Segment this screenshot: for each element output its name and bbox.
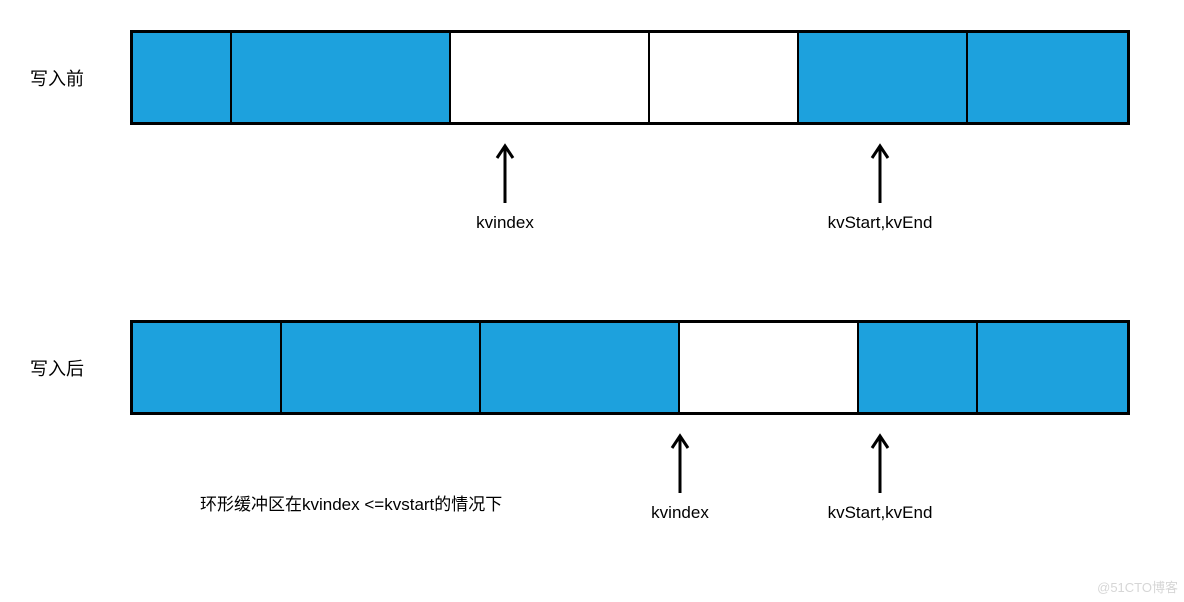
pointer-kvindex-before: kvindex [445,140,565,233]
arrow-up-icon [493,140,517,205]
segment [650,33,799,122]
pointer-label: kvindex [620,503,740,523]
arrow-up-icon [868,430,892,495]
label-before: 写入前 [30,65,84,91]
segment [481,323,680,412]
segment [133,33,232,122]
pointer-label: kvStart,kvEnd [800,503,960,523]
label-after: 写入后 [30,355,84,381]
watermark: @51CTO博客 [1097,577,1178,596]
segment [799,33,968,122]
buffer-bar-before [130,30,1130,125]
segment [451,33,650,122]
pointer-kvstart-before: kvStart,kvEnd [800,140,960,233]
segment [680,323,859,412]
arrow-up-icon [668,430,692,495]
buffer-bar-after [130,320,1130,415]
segment [282,323,481,412]
pointer-label: kvindex [445,213,565,233]
segment [133,323,282,412]
segment [859,323,978,412]
diagram-caption: 环形缓冲区在kvindex <=kvstart的情况下 [200,490,502,515]
pointer-kvindex-after: kvindex [620,430,740,523]
segment [978,323,1127,412]
pointer-label: kvStart,kvEnd [800,213,960,233]
arrow-up-icon [868,140,892,205]
segment [232,33,451,122]
segment [968,33,1127,122]
pointer-kvstart-after: kvStart,kvEnd [800,430,960,523]
